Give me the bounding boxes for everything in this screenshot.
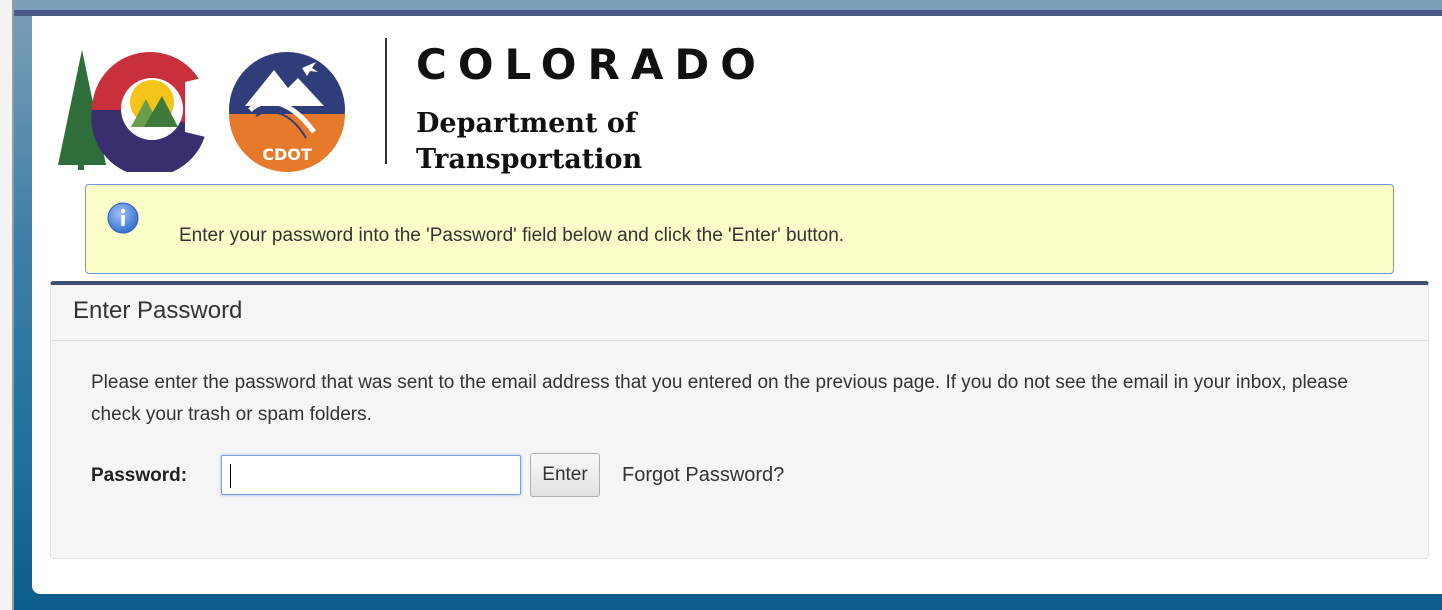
header-subtitle: Department of Transportation <box>416 106 642 178</box>
password-input[interactable] <box>221 455 521 495</box>
text-cursor <box>230 464 231 488</box>
info-alert: Enter your password into the 'Password' … <box>85 184 1394 274</box>
browser-edge <box>0 0 14 610</box>
header-title: COLORADO <box>416 40 767 89</box>
header-subtitle-line1: Department of <box>416 108 637 139</box>
panel-description: Please enter the password that was sent … <box>91 372 1348 425</box>
logo-divider <box>385 38 387 164</box>
colorado-logo: CDOT <box>58 50 345 172</box>
enter-password-panel: Enter Password Please enter the password… <box>50 281 1429 559</box>
colorado-state-logo <box>58 50 210 172</box>
password-row: Password: Enter Forgot Password? <box>91 453 1388 499</box>
password-label: Password: <box>91 465 188 486</box>
info-icon <box>107 202 139 234</box>
panel-heading: Enter Password <box>51 285 1428 341</box>
main-card: CDOT COLORADO Department of Transportati… <box>32 16 1442 594</box>
forgot-password-link[interactable]: Forgot Password? <box>622 464 784 487</box>
enter-button[interactable]: Enter <box>530 453 600 497</box>
alert-message: Enter your password into the 'Password' … <box>179 225 845 246</box>
header-subtitle-line2: Transportation <box>416 144 643 175</box>
cdot-badge-text: CDOT <box>262 145 312 164</box>
panel-body: Please enter the password that was sent … <box>51 341 1428 525</box>
site-header: CDOT COLORADO Department of Transportati… <box>52 36 772 176</box>
